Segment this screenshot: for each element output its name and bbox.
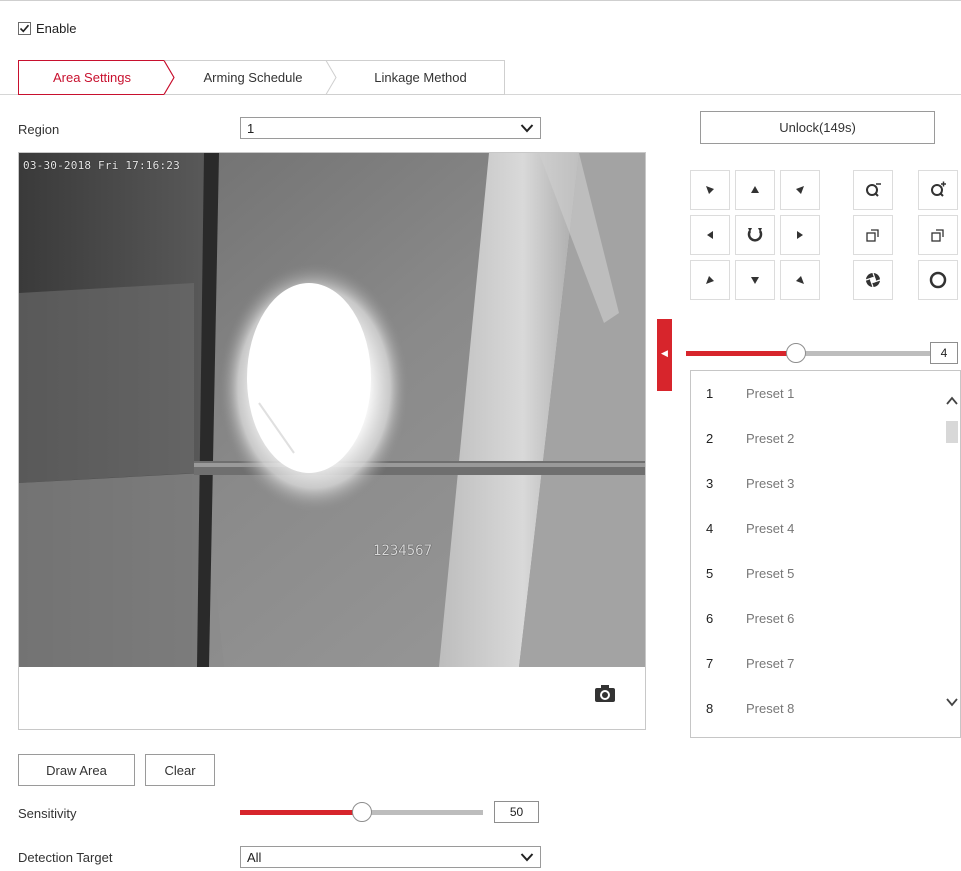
tab-linkage-method[interactable]: Linkage Method — [338, 60, 503, 95]
ptz-down-left-button[interactable] — [690, 260, 730, 300]
arrow-right-icon — [797, 231, 803, 239]
preset-number: 5 — [706, 566, 714, 581]
preset-item[interactable]: 7 Preset 7 — [691, 641, 946, 686]
ptz-auto-button[interactable] — [735, 215, 775, 255]
sensitivity-fill — [240, 810, 362, 815]
unlock-button[interactable]: Unlock(149s) — [700, 111, 935, 144]
sensitivity-knob[interactable] — [352, 802, 372, 822]
zoom-in-button[interactable] — [918, 170, 958, 210]
enable-label: Enable — [36, 20, 77, 36]
tab-area-settings[interactable]: Area Settings — [18, 60, 166, 95]
preset-item[interactable]: 5 Preset 5 — [691, 551, 946, 596]
ptz-speed-knob[interactable] — [786, 343, 806, 363]
rotate-icon — [747, 228, 763, 242]
ptz-down-right-button[interactable] — [780, 260, 820, 300]
iris-close-button[interactable] — [918, 260, 958, 300]
arrow-down-left-icon — [706, 276, 714, 284]
chevron-down-icon — [520, 124, 534, 133]
live-video[interactable]: 03-30-2018 Fri 17:16:23 1234567 — [19, 153, 645, 667]
preset-number: 3 — [706, 476, 714, 491]
iris-open-icon — [865, 272, 881, 288]
zoom-out-button[interactable] — [853, 170, 893, 210]
osd-timestamp: 03-30-2018 Fri 17:16:23 — [23, 159, 180, 172]
tab-arming-schedule[interactable]: Arming Schedule — [178, 60, 328, 95]
ptz-speed-fill — [686, 351, 796, 356]
arrow-down-icon — [751, 277, 759, 284]
preset-list: 1 Preset 1 2 Preset 2 3 Preset 3 4 Prese… — [690, 370, 961, 738]
focus-far-button[interactable] — [918, 215, 958, 255]
arrow-left-icon — [707, 231, 713, 239]
focus-near-button[interactable] — [853, 215, 893, 255]
draw-area-button[interactable]: Draw Area — [18, 754, 135, 786]
collapse-panel-handle[interactable]: ◀ — [657, 319, 672, 391]
preset-name: Preset 8 — [746, 701, 795, 716]
preset-name: Preset 3 — [746, 476, 795, 491]
iris-close-icon — [929, 271, 947, 289]
detection-target-label: Detection Target — [18, 850, 113, 865]
detection-target-select[interactable]: All — [240, 846, 541, 868]
focus-near-icon — [866, 229, 879, 242]
preset-item[interactable]: 6 Preset 6 — [691, 596, 946, 641]
iris-open-button[interactable] — [853, 260, 893, 300]
preset-name: Preset 2 — [746, 431, 795, 446]
ptz-up-right-button[interactable] — [780, 170, 820, 210]
enable-checkbox[interactable] — [18, 21, 31, 35]
preset-number: 4 — [706, 521, 714, 536]
preset-item[interactable]: 8 Preset 8 — [691, 686, 946, 731]
preset-item[interactable]: 3 Preset 3 — [691, 461, 946, 506]
tab-bar: Area Settings Arming Schedule Linkage Me… — [18, 60, 505, 95]
sensitivity-value[interactable]: 50 — [494, 801, 539, 823]
scroll-up-icon[interactable] — [944, 394, 960, 408]
clear-button[interactable]: Clear — [145, 754, 215, 786]
preset-item[interactable]: 1 Preset 1 — [691, 371, 946, 416]
preset-name: Preset 1 — [746, 386, 795, 401]
ptz-up-button[interactable] — [735, 170, 775, 210]
ptz-left-button[interactable] — [690, 215, 730, 255]
arrow-down-right-icon — [796, 276, 804, 284]
enable-row[interactable]: Enable — [18, 18, 76, 38]
ptz-speed-value[interactable]: 4 — [930, 342, 958, 364]
camera-icon[interactable] — [593, 683, 617, 705]
preset-number: 2 — [706, 431, 714, 446]
focus-far-icon — [931, 229, 944, 242]
osd-id-text: 1234567 — [373, 543, 433, 559]
scroll-down-icon[interactable] — [944, 695, 960, 709]
preset-number: 7 — [706, 656, 714, 671]
ptz-up-left-button[interactable] — [690, 170, 730, 210]
preset-number: 8 — [706, 701, 714, 716]
preset-item[interactable]: 2 Preset 2 — [691, 416, 946, 461]
detection-target-value: All — [247, 849, 262, 865]
chevron-down-icon — [520, 853, 534, 862]
preset-scroll-thumb[interactable] — [946, 421, 958, 443]
arrow-up-icon — [751, 186, 759, 193]
top-divider — [0, 0, 961, 1]
preset-number: 1 — [706, 386, 714, 401]
zoom-out-icon — [866, 183, 881, 197]
region-label: Region — [18, 122, 60, 137]
preset-name: Preset 6 — [746, 611, 795, 626]
region-select[interactable]: 1 — [240, 117, 541, 139]
preset-name: Preset 4 — [746, 521, 795, 536]
region-select-value: 1 — [247, 120, 255, 136]
chevron-left-icon: ◀ — [661, 348, 668, 358]
checkmark-icon — [19, 24, 30, 32]
ptz-right-button[interactable] — [780, 215, 820, 255]
preset-item[interactable]: 4 Preset 4 — [691, 506, 946, 551]
preset-number: 6 — [706, 611, 714, 626]
arrow-up-left-icon — [706, 186, 714, 194]
preset-name: Preset 5 — [746, 566, 795, 581]
camera-image — [19, 153, 645, 667]
sensitivity-label: Sensitivity — [18, 806, 77, 821]
ptz-down-button[interactable] — [735, 260, 775, 300]
zoom-in-icon — [931, 181, 946, 197]
preset-name: Preset 7 — [746, 656, 795, 671]
arrow-up-right-icon — [796, 186, 804, 194]
